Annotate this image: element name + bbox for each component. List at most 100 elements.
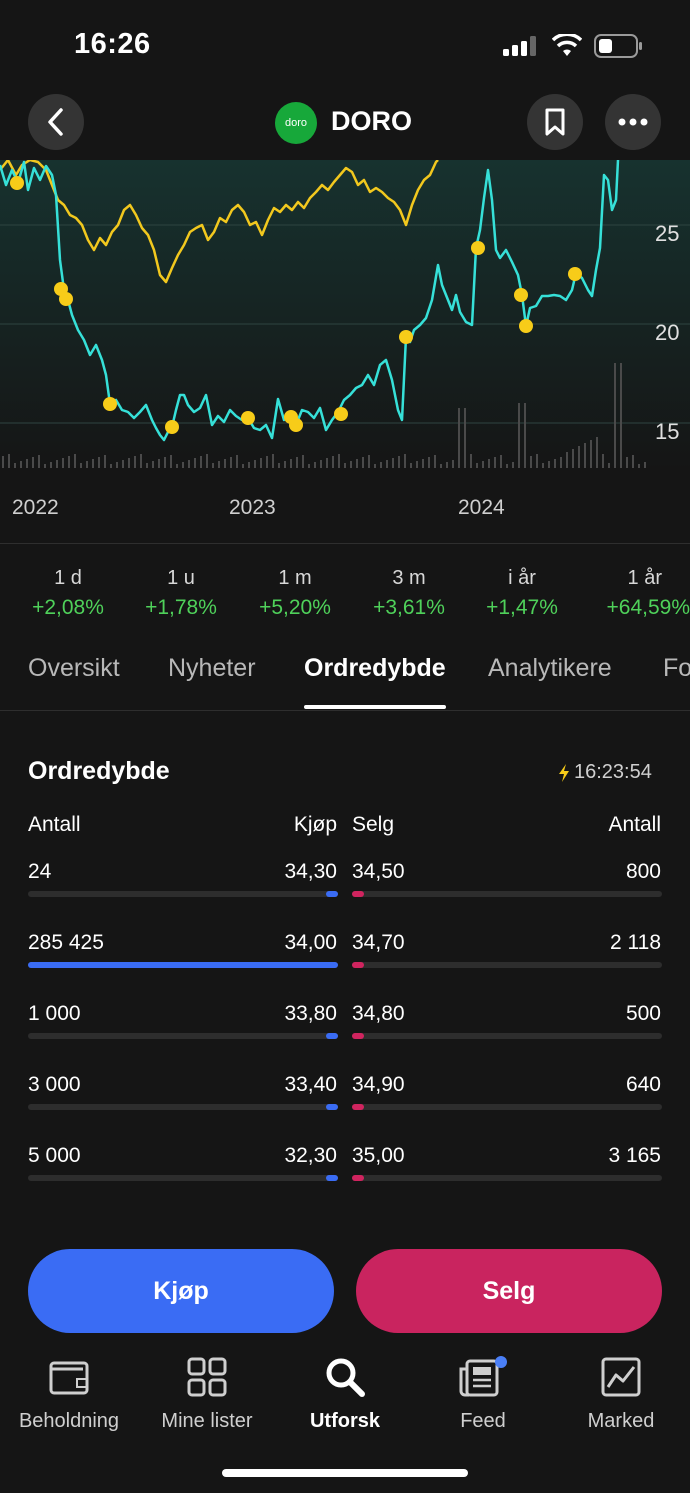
nav-marked[interactable]: Marked [552, 1355, 690, 1433]
tab-oversikt[interactable]: Oversikt [28, 654, 120, 683]
buy-price: 33,40 [284, 1073, 337, 1096]
volume-bar [176, 464, 178, 468]
buy-price: 34,30 [284, 860, 337, 883]
nav-beholdning[interactable]: Beholdning [0, 1355, 138, 1433]
event-marker[interactable] [334, 407, 348, 421]
volume-bar [554, 459, 556, 468]
volume-bar [92, 459, 94, 468]
buy-button[interactable]: Kjøp [28, 1249, 334, 1333]
back-button[interactable] [28, 94, 84, 150]
nav-utforsk[interactable]: Utforsk [276, 1355, 414, 1433]
order-depth-title: Ordredybde [28, 757, 170, 785]
bookmark-icon [545, 108, 565, 136]
volume-bar [332, 456, 334, 468]
volume-bar [230, 457, 232, 468]
buy-qty: 285 425 [28, 931, 104, 954]
volume-bar [14, 463, 16, 468]
volume-bar [200, 456, 202, 468]
volume-bar [620, 363, 622, 468]
volume-bar [8, 454, 10, 468]
volume-bar [350, 461, 352, 468]
buy-depth-bar [28, 962, 338, 968]
volume-bar [434, 455, 436, 468]
signal-icon [503, 36, 539, 56]
price-chart[interactable]: 25 20 15 [0, 160, 690, 470]
period-ytd[interactable]: i år +1,47% [465, 567, 579, 620]
period-value: +5,20% [259, 596, 331, 619]
company-logo: doro [275, 102, 317, 144]
volume-bar [44, 464, 46, 468]
tab-ordredybde[interactable]: Ordredybde [304, 654, 446, 683]
nav-mine-lister[interactable]: Mine lister [138, 1355, 276, 1433]
buy-depth-track [28, 962, 338, 968]
volume-bar [134, 456, 136, 468]
sell-depth-track [352, 1033, 662, 1039]
volume-bar [596, 437, 598, 468]
volume-bar [488, 459, 490, 468]
event-marker[interactable] [568, 267, 582, 281]
volume-bar [56, 460, 58, 468]
period-1y[interactable]: 1 år +64,59% [576, 567, 690, 620]
tab-more[interactable]: Fo [663, 654, 690, 683]
more-icon [618, 118, 648, 126]
col-header-qty-buy: Antall [28, 813, 81, 836]
event-marker[interactable] [10, 176, 24, 190]
volume-bar [632, 455, 634, 468]
nav-label: Marked [587, 1410, 655, 1432]
x-axis-label: 2022 [12, 496, 59, 519]
wifi-icon [551, 32, 583, 58]
buy-price: 32,30 [284, 1144, 337, 1167]
volume-bar [170, 455, 172, 468]
tab-analytikere[interactable]: Analytikere [488, 654, 612, 683]
event-marker[interactable] [399, 330, 413, 344]
event-marker[interactable] [165, 420, 179, 434]
nav-feed[interactable]: Feed [414, 1355, 552, 1433]
sell-price: 35,00 [352, 1144, 405, 1167]
event-marker[interactable] [514, 288, 528, 302]
nav-label: Feed [460, 1410, 506, 1432]
volume-bar [566, 452, 568, 468]
volume-bar [296, 457, 298, 468]
volume-bar [374, 464, 376, 468]
sell-button[interactable]: Selg [356, 1249, 662, 1333]
event-marker[interactable] [103, 397, 117, 411]
event-marker[interactable] [519, 319, 533, 333]
tab-active-indicator [304, 705, 446, 709]
event-marker[interactable] [241, 411, 255, 425]
period-1d[interactable]: 1 d +2,08% [11, 567, 125, 620]
volume-bar [164, 457, 166, 468]
col-header-qty-sell: Antall [608, 813, 661, 836]
period-3m[interactable]: 3 m +3,61% [352, 567, 466, 620]
volume-bar [50, 462, 52, 468]
period-value: +2,08% [32, 596, 104, 619]
event-marker[interactable] [289, 418, 303, 432]
volume-bar [308, 464, 310, 468]
more-button[interactable] [605, 94, 661, 150]
volume-bar [68, 456, 70, 468]
volume-bar [182, 462, 184, 468]
y-tick-label: 20 [655, 320, 679, 345]
period-1u[interactable]: 1 u +1,78% [124, 567, 238, 620]
buy-depth-bar [326, 1175, 338, 1181]
volume-bar [542, 463, 544, 468]
event-marker[interactable] [59, 292, 73, 306]
period-1m[interactable]: 1 m +5,20% [238, 567, 352, 620]
volume-bar [584, 443, 586, 468]
nav-label: Beholdning [18, 1410, 120, 1432]
sell-depth-bar [352, 962, 364, 968]
sell-qty: 500 [625, 1002, 661, 1025]
tab-nyheter[interactable]: Nyheter [168, 654, 256, 683]
bookmark-button[interactable] [527, 94, 583, 150]
period-label: 1 u [167, 567, 195, 589]
sell-depth-track [352, 891, 662, 897]
event-marker[interactable] [471, 241, 485, 255]
sell-depth-bar [352, 1033, 364, 1039]
volume-bar [572, 449, 574, 468]
volume-bar [608, 463, 610, 468]
chevron-left-icon [48, 108, 63, 136]
sell-depth-bar [352, 1104, 364, 1110]
buy-price: 34,00 [284, 931, 337, 954]
buy-price: 33,80 [284, 1002, 337, 1025]
volume-bar [482, 461, 484, 468]
nav-label: Utforsk [309, 1410, 380, 1432]
